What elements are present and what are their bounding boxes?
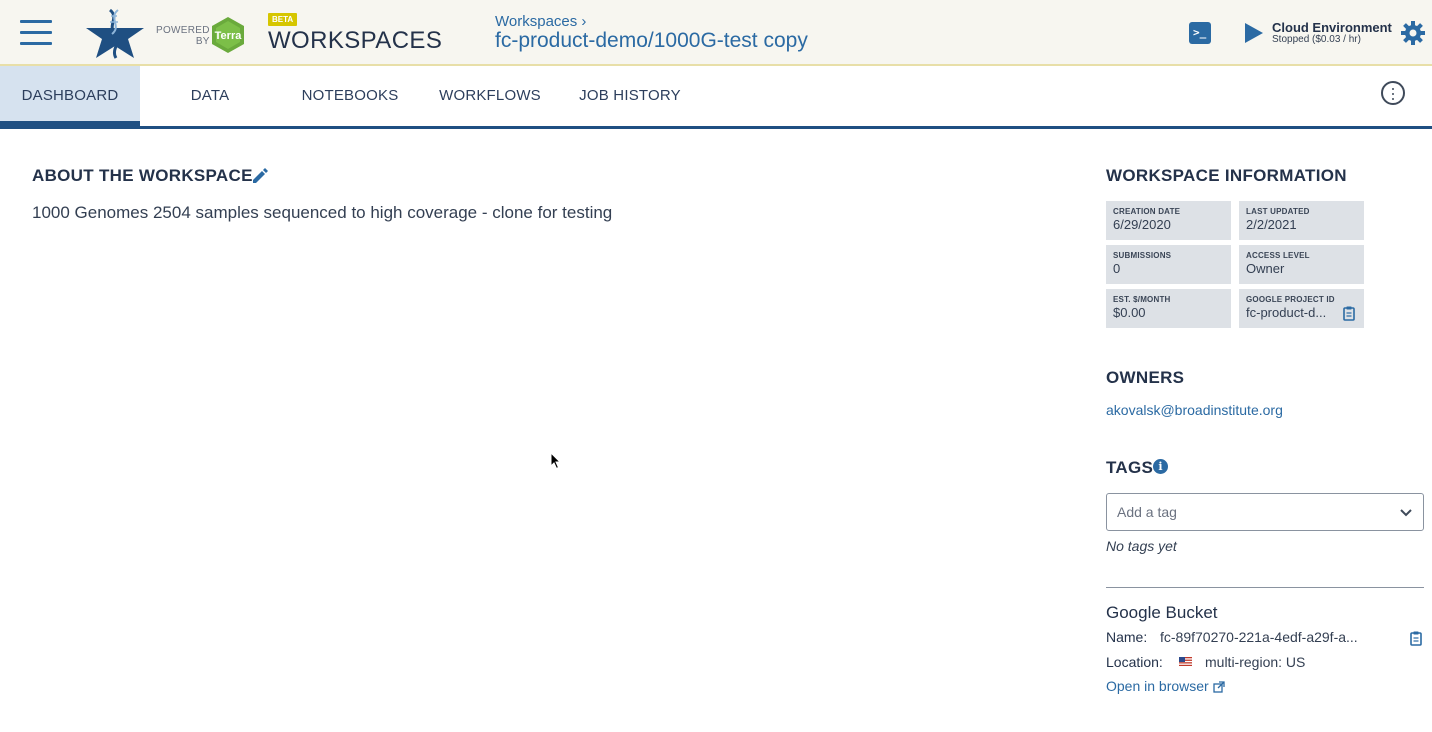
terminal-icon[interactable]: >_: [1189, 22, 1211, 44]
info-value: Owner: [1246, 261, 1285, 276]
info-label: SUBMISSIONS: [1113, 251, 1172, 260]
tab-notebooks[interactable]: NOTEBOOKS: [290, 66, 410, 126]
tab-job-history[interactable]: JOB HISTORY: [570, 66, 690, 126]
info-access-level: ACCESS LEVEL Owner: [1239, 245, 1364, 284]
info-value: 2/2/2021: [1246, 217, 1297, 232]
kebab-menu-icon[interactable]: [1381, 81, 1405, 105]
tab-data[interactable]: DATA: [150, 66, 270, 126]
info-value: 6/29/2020: [1113, 217, 1171, 232]
divider: [1106, 587, 1424, 588]
beta-badge: BETA: [268, 13, 298, 26]
top-header: POWERED BY Terra BETA WORKSPACES Workspa…: [0, 0, 1432, 66]
info-last-updated: LAST UPDATED 2/2/2021: [1239, 201, 1364, 240]
owners-heading: OWNERS: [1106, 368, 1185, 387]
clipboard-icon[interactable]: [1343, 306, 1355, 321]
info-label: GOOGLE PROJECT ID: [1246, 295, 1335, 304]
tab-dashboard[interactable]: DASHBOARD: [0, 66, 140, 126]
info-est-cost: EST. $/MONTH $0.00: [1106, 289, 1231, 328]
info-label: EST. $/MONTH: [1113, 295, 1171, 304]
workspace-name: fc-product-demo/1000G-test copy: [495, 29, 808, 52]
cloud-environment-title[interactable]: Cloud Environment: [1272, 20, 1392, 35]
bucket-name-value: fc-89f70270-221a-4edf-a29f-a...: [1160, 629, 1358, 645]
breadcrumb-workspaces[interactable]: Workspaces ›: [495, 13, 586, 30]
clipboard-icon[interactable]: [1410, 631, 1422, 646]
open-in-browser-link[interactable]: Open in browser: [1106, 678, 1225, 694]
owner-email-link[interactable]: akovalsk@broadinstitute.org: [1106, 402, 1283, 418]
info-value: fc-product-d...: [1246, 305, 1327, 320]
info-icon[interactable]: i: [1153, 459, 1168, 474]
info-label: CREATION DATE: [1113, 207, 1181, 216]
google-bucket-heading: Google Bucket: [1106, 603, 1218, 622]
mouse-cursor-icon: [550, 452, 562, 470]
info-submissions: SUBMISSIONS 0: [1106, 245, 1231, 284]
bucket-location-label: Location:: [1106, 654, 1163, 670]
add-tag-placeholder: Add a tag: [1117, 504, 1177, 520]
us-flag-icon: [1179, 657, 1192, 666]
pencil-icon[interactable]: [251, 167, 269, 185]
svg-text:Terra: Terra: [215, 30, 243, 42]
about-heading: ABOUT THE WORKSPACE: [32, 166, 253, 185]
info-creation-date: CREATION DATE 6/29/2020: [1106, 201, 1231, 240]
workspace-description: 1000 Genomes 2504 samples sequenced to h…: [32, 203, 613, 222]
info-value: 0: [1113, 261, 1121, 276]
dna-logo-icon[interactable]: [84, 8, 146, 60]
add-tag-select[interactable]: Add a tag: [1106, 493, 1424, 531]
gear-icon[interactable]: [1401, 21, 1425, 45]
cloud-environment-status: Stopped ($0.03 / hr): [1272, 34, 1361, 45]
tab-workflows[interactable]: WORKFLOWS: [430, 66, 550, 126]
app-title[interactable]: WORKSPACES: [268, 27, 442, 55]
hamburger-icon[interactable]: [20, 20, 52, 46]
info-label: ACCESS LEVEL: [1246, 251, 1310, 260]
tags-heading: TAGS: [1106, 458, 1154, 477]
no-tags-text: No tags yet: [1106, 538, 1177, 554]
bucket-location-value: multi-region: US: [1205, 654, 1306, 670]
workspace-info-heading: WORKSPACE INFORMATION: [1106, 166, 1347, 185]
tab-bar: DASHBOARD DATA NOTEBOOKS WORKFLOWS JOB H…: [0, 66, 1432, 129]
chevron-down-icon: [1400, 509, 1412, 517]
external-link-icon: [1213, 681, 1225, 693]
info-label: LAST UPDATED: [1246, 207, 1310, 216]
terra-hex-icon: Terra: [212, 17, 244, 53]
powered-by-label: POWERED BY: [156, 25, 210, 47]
play-icon[interactable]: [1244, 22, 1264, 44]
bucket-name-label: Name:: [1106, 629, 1148, 645]
info-value: $0.00: [1113, 305, 1146, 320]
